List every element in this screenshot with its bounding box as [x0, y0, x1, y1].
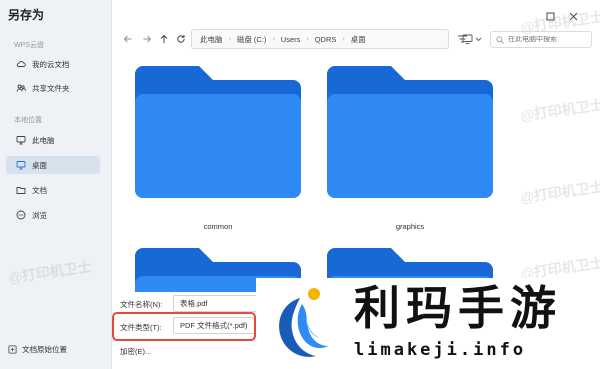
chevron-right-icon: ›	[272, 35, 275, 43]
sidebar-item-browse[interactable]: 浏览	[6, 206, 100, 224]
sidebar-item-my-cloud-docs[interactable]: 我的云文档	[6, 55, 100, 73]
filename-value: 表格.pdf	[180, 299, 208, 308]
folder-item[interactable]	[327, 248, 493, 278]
sidebar-item-this-pc[interactable]: 此电脑	[6, 131, 100, 149]
breadcrumb: 此电脑 › 磁盘 (C:) › Users › QDRS › 桌面	[200, 34, 366, 45]
folder-icon	[135, 66, 301, 198]
dialog-title: 另存为	[8, 8, 45, 22]
more-icon	[16, 210, 26, 220]
breadcrumb-item[interactable]: 桌面	[351, 34, 366, 45]
sidebar-item-label: 文档	[32, 185, 47, 195]
watermark: @打印机卫士	[519, 178, 600, 206]
forward-button[interactable]	[141, 33, 153, 45]
sidebar-item-desktop[interactable]: 桌面	[6, 156, 100, 174]
logo-title: 利玛手游	[354, 281, 562, 335]
desktop-icon	[16, 160, 26, 170]
filetype-highlight	[112, 312, 256, 341]
breadcrumb-item[interactable]: 磁盘 (C:)	[237, 34, 267, 45]
location-icon	[8, 345, 17, 354]
cloud-icon	[16, 59, 26, 69]
logo-overlay: 利玛手游 limakeji.info	[256, 278, 600, 369]
arrow-right-icon	[143, 35, 152, 43]
folder-name: common	[203, 222, 233, 231]
watermark: @打印机卫士	[519, 96, 600, 124]
computer-icon	[16, 135, 26, 145]
shared-folder-icon	[16, 83, 26, 93]
breadcrumb-item[interactable]: 此电脑	[200, 34, 223, 45]
filename-label: 文件名称(N):	[120, 300, 163, 309]
breadcrumb-item[interactable]: QDRS	[315, 35, 337, 44]
folder-icon	[327, 66, 493, 198]
sidebar-item-shared-folder[interactable]: 共享文件夹	[6, 79, 100, 97]
folder-item[interactable]: graphics	[327, 66, 493, 231]
folder-item[interactable]: common	[135, 66, 301, 231]
original-location-button[interactable]: 文档原始位置	[8, 344, 67, 355]
sidebar-item-label: 桌面	[32, 160, 47, 170]
view-mode-button[interactable]	[462, 33, 484, 45]
original-location-label: 文档原始位置	[22, 345, 67, 354]
back-button[interactable]	[122, 33, 134, 45]
arrow-up-icon	[160, 34, 168, 43]
sidebar-item-label: 此电脑	[32, 135, 55, 145]
arrow-left-icon	[123, 35, 132, 43]
folder-name: graphics	[395, 222, 425, 231]
up-button[interactable]	[158, 33, 170, 45]
encrypt-button[interactable]: 加密(E)...	[120, 346, 151, 357]
refresh-icon	[177, 35, 185, 43]
chevron-right-icon: ›	[306, 35, 309, 43]
search-icon	[496, 35, 504, 44]
logo-subtitle: limakeji.info	[354, 340, 527, 360]
refresh-button[interactable]	[175, 33, 187, 45]
section-label-local: 本地位置	[14, 117, 42, 124]
chevron-right-icon: ›	[228, 35, 231, 43]
logo-icon	[279, 288, 328, 357]
chevron-right-icon: ›	[342, 35, 345, 43]
address-bar[interactable]: 此电脑 › 磁盘 (C:) › Users › QDRS › 桌面	[191, 29, 449, 49]
sidebar-item-label: 共享文件夹	[32, 83, 70, 93]
breadcrumb-item[interactable]: Users	[281, 35, 301, 44]
folder-icon	[16, 185, 26, 195]
view-mode-icon	[462, 34, 482, 44]
folder-icon	[327, 248, 493, 278]
search-input[interactable]	[508, 36, 588, 43]
sidebar-item-label: 浏览	[32, 210, 47, 220]
sidebar-item-documents[interactable]: 文档	[6, 181, 100, 199]
sidebar: 另存为 WPS云盘 我的云文档 共享文件夹 本地位置 此电脑 桌面 文档 浏览 …	[0, 0, 112, 369]
sidebar-item-label: 我的云文档	[32, 59, 70, 69]
section-label-wps-cloud: WPS云盘	[14, 42, 44, 49]
